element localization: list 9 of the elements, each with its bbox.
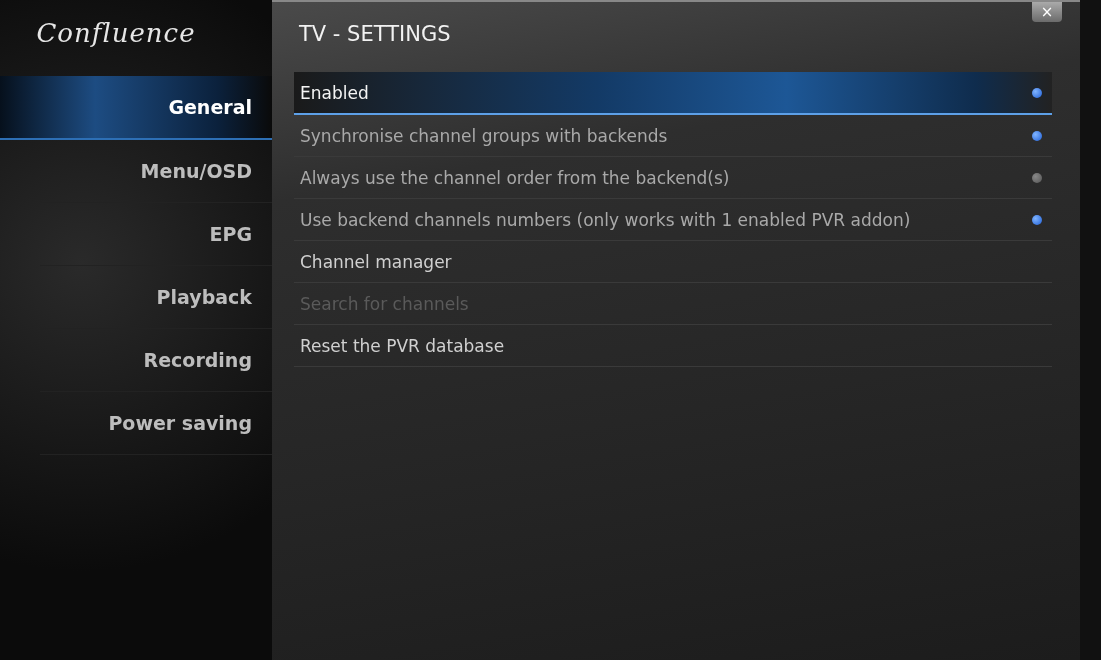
sidebar-item[interactable]: General xyxy=(0,76,272,140)
setting-row[interactable]: Always use the channel order from the backend(s) xyxy=(294,157,1052,199)
logo: Confluence xyxy=(35,18,197,48)
setting-row[interactable]: Enabled xyxy=(294,72,1052,115)
window-title: TV - SETTINGS xyxy=(299,22,451,46)
setting-row[interactable]: Synchronise channel groups with backends xyxy=(294,115,1052,157)
setting-row[interactable]: Channel manager xyxy=(294,241,1052,283)
setting-row[interactable]: Reset the PVR database xyxy=(294,325,1052,367)
setting-row[interactable]: Use backend channels numbers (only works with 1 enabled PVR addon) xyxy=(294,199,1052,241)
